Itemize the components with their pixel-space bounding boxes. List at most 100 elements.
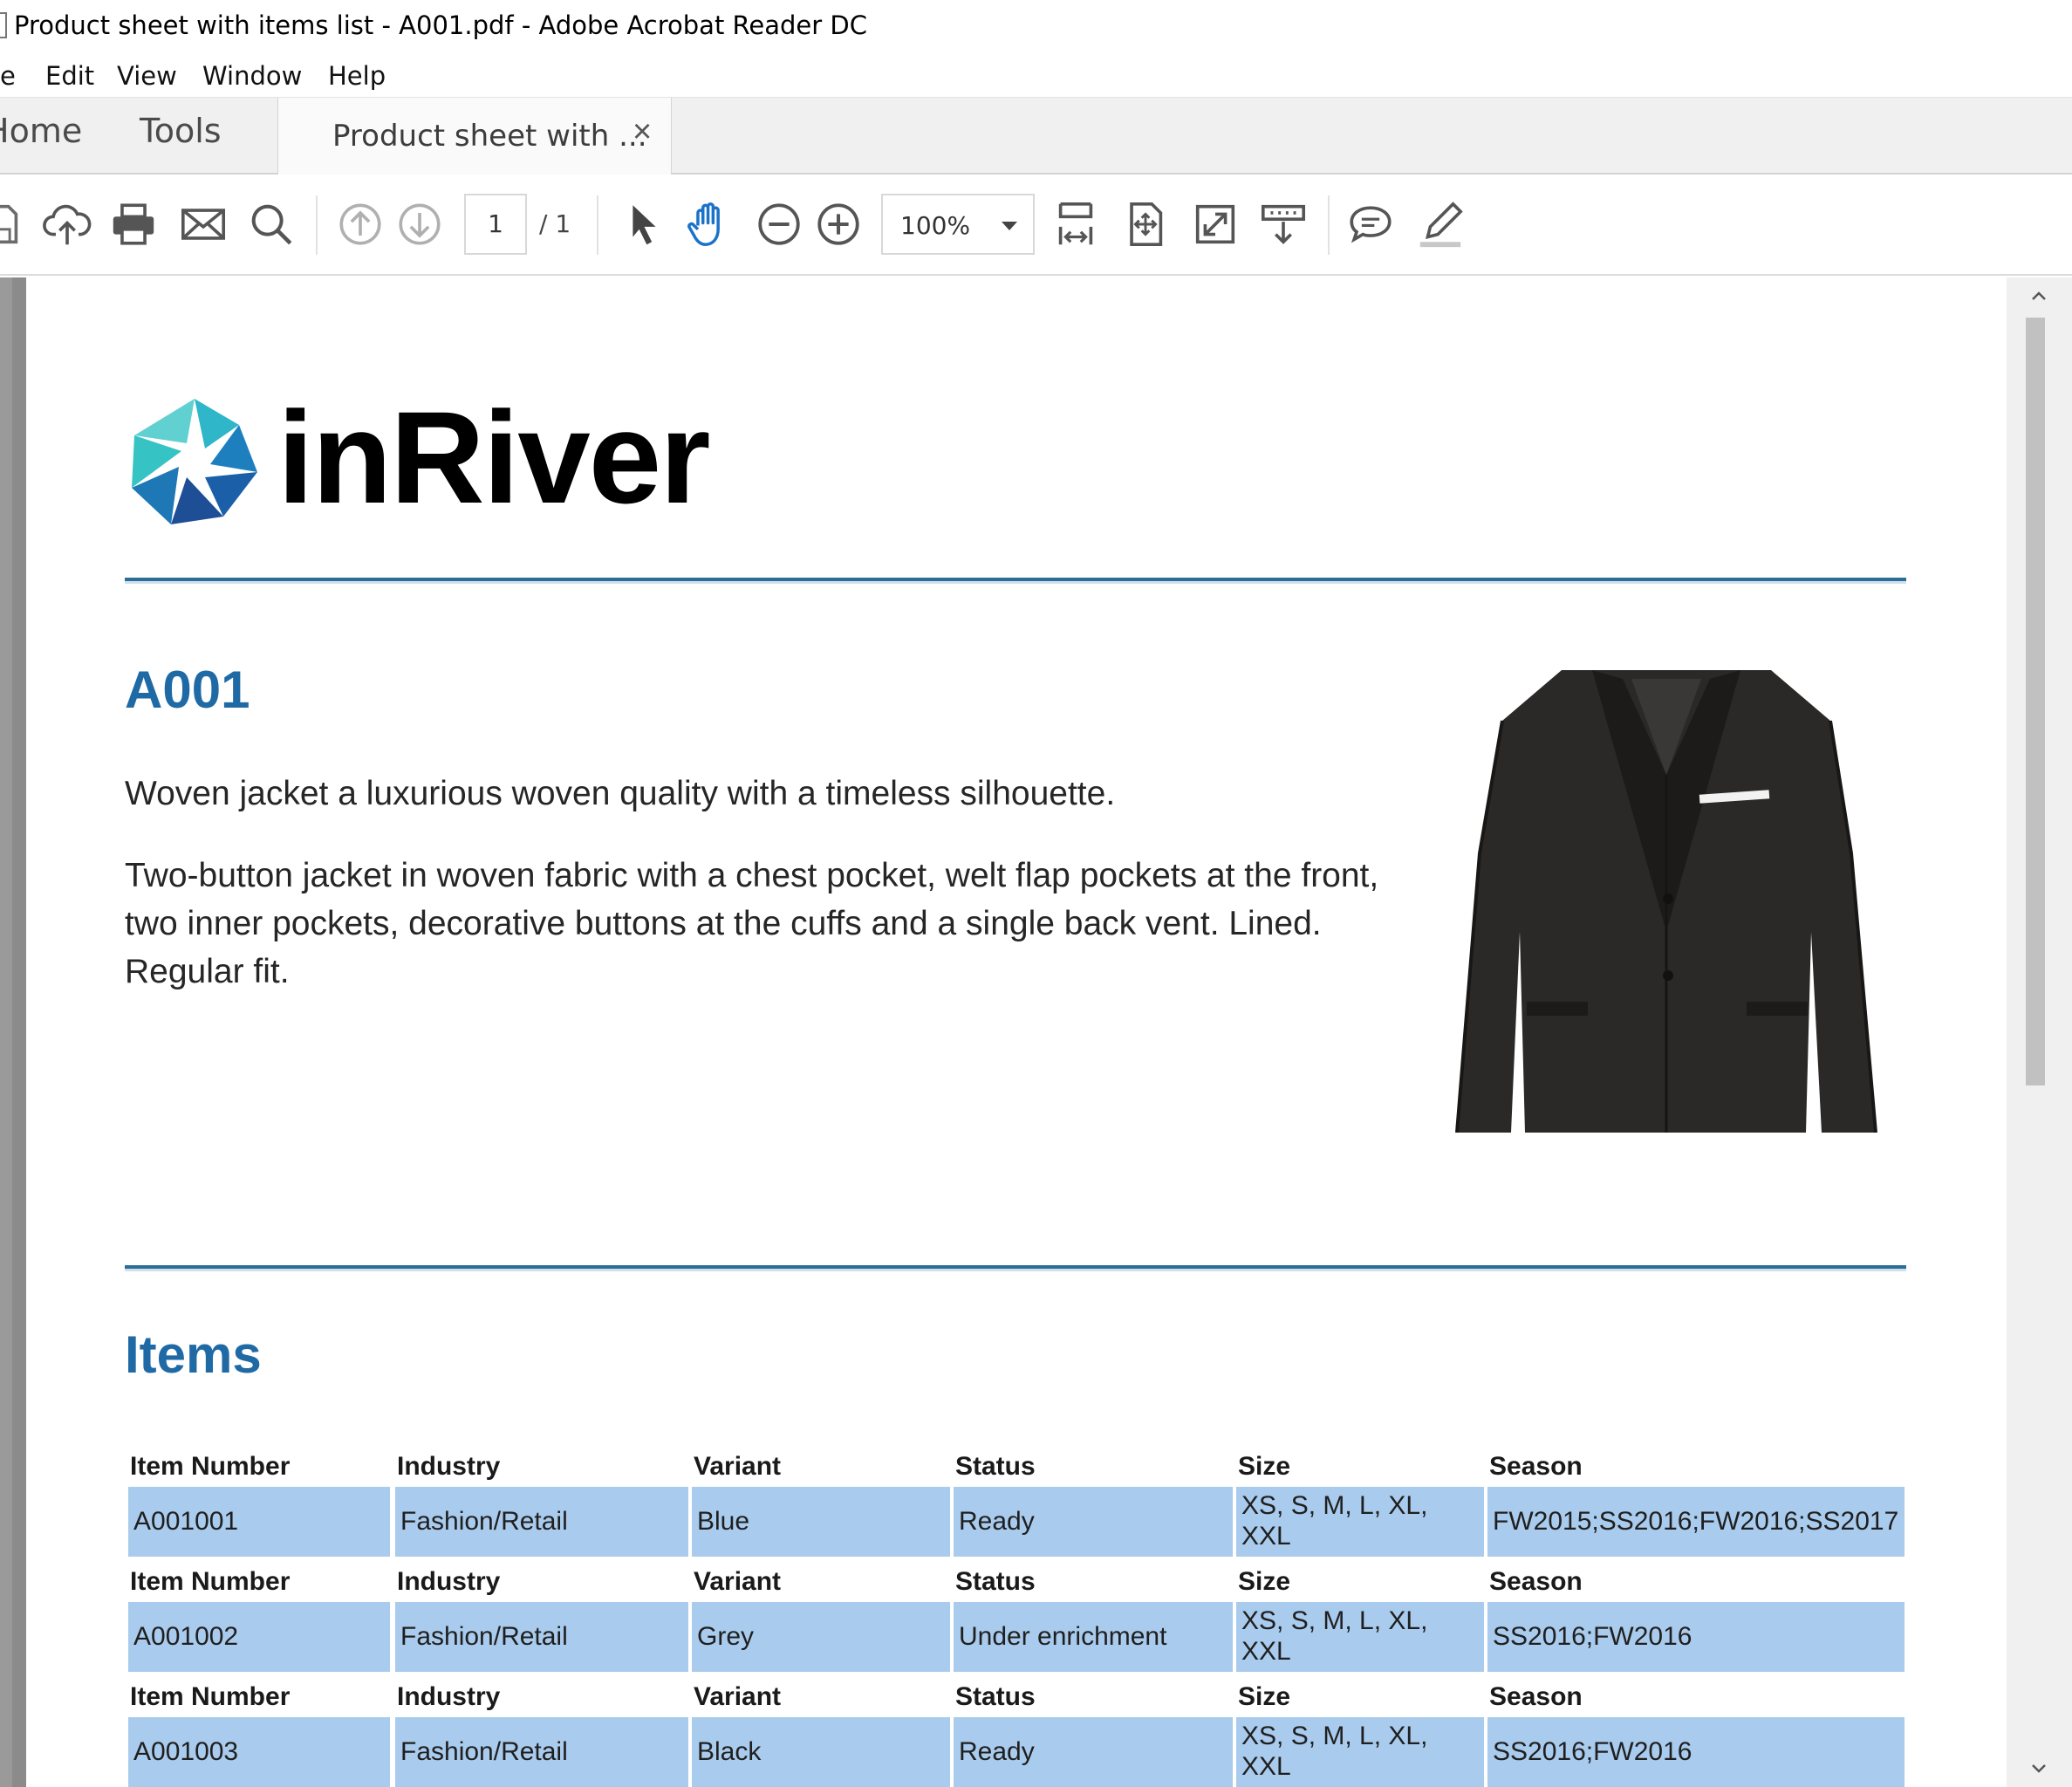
cell-industry: Fashion/Retail (395, 1717, 688, 1787)
pdf-file-icon (0, 12, 7, 38)
fit-width-icon[interactable] (1049, 197, 1103, 251)
toolbar-separator (316, 195, 318, 255)
jacket-product-image (1455, 670, 1877, 1133)
column-header-size: Size (1238, 1452, 1291, 1481)
column-header-industry: Industry (397, 1567, 501, 1596)
fit-page-icon[interactable] (1118, 197, 1173, 251)
toolbar-separator (597, 195, 598, 255)
comment-icon[interactable] (1344, 197, 1398, 251)
cell-size: XS, S, M, L, XL, XXL (1236, 1602, 1484, 1672)
inriver-logo (132, 399, 257, 524)
tab-bar: Home Tools Product sheet with ... × (0, 98, 2072, 176)
chevron-down-icon (1002, 222, 1017, 230)
tab-document[interactable]: Product sheet with ... × (277, 98, 672, 176)
cell-variant: Blue (692, 1487, 950, 1557)
divider-rule (125, 1265, 1906, 1271)
menu-bar: e Edit View Window Help (0, 54, 2072, 98)
cell-variant: Black (692, 1717, 950, 1787)
pdf-page: inRiver A001 Woven jacket a luxurious wo… (26, 277, 2007, 1787)
divider-rule (125, 578, 1906, 584)
cell-size: XS, S, M, L, XL, XXL (1236, 1487, 1484, 1557)
viewport-gutter (0, 277, 12, 1787)
zoom-level-select[interactable]: 100% (881, 194, 1035, 255)
next-page-icon[interactable] (393, 197, 447, 251)
column-header-industry: Industry (397, 1682, 501, 1711)
chevron-down-icon[interactable] (2026, 1756, 2052, 1782)
print-icon[interactable] (106, 197, 161, 251)
full-screen-icon[interactable] (1188, 197, 1242, 251)
product-description-long: Two-button jacket in woven fabric with a… (125, 857, 1379, 990)
cloud-upload-icon[interactable] (40, 197, 94, 251)
column-header-season: Season (1489, 1567, 1583, 1596)
email-icon[interactable] (176, 197, 230, 251)
cell-item-number: A001001 (128, 1487, 390, 1557)
scrollbar-thumb[interactable] (2026, 318, 2045, 1085)
table-header-row: Item Number Industry Variant Status Size… (125, 1562, 1904, 1602)
window-titlebar: Product sheet with items list - A001.pdf… (0, 0, 2072, 52)
column-header-size: Size (1238, 1567, 1291, 1596)
table-row: A001001 Fashion/Retail Blue Ready XS, S,… (125, 1487, 1904, 1562)
hand-tool-icon[interactable] (682, 197, 736, 251)
menu-file[interactable]: e (0, 61, 16, 91)
column-header-status: Status (955, 1682, 1036, 1711)
cell-status: Ready (954, 1487, 1233, 1557)
cell-season: SS2016;FW2016 (1487, 1602, 1904, 1672)
product-id-heading: A001 (125, 661, 250, 719)
document-viewport[interactable]: inRiver A001 Woven jacket a luxurious wo… (0, 277, 2072, 1787)
brand-wordmark: inRiver (277, 384, 711, 531)
table-row: A001003 Fashion/Retail Black Ready XS, S… (125, 1717, 1904, 1787)
window-title: Product sheet with items list - A001.pdf… (14, 10, 867, 40)
items-heading: Items (125, 1325, 262, 1384)
zoom-in-icon[interactable] (811, 197, 865, 251)
column-header-season: Season (1489, 1452, 1583, 1481)
column-header-item-number: Item Number (130, 1682, 291, 1711)
menu-edit[interactable]: Edit (45, 61, 94, 91)
menu-help[interactable]: Help (328, 61, 386, 91)
tab-tools[interactable]: Tools (140, 112, 222, 150)
page-count: / 1 (539, 209, 571, 238)
zoom-out-icon[interactable] (752, 197, 806, 251)
toolbar: 1 / 1 100% (0, 175, 2072, 276)
column-header-item-number: Item Number (130, 1452, 291, 1481)
tab-document-label: Product sheet with ... (332, 119, 647, 154)
toolbar-separator (1328, 195, 1330, 255)
chevron-up-icon[interactable] (2026, 283, 2052, 309)
table-header-row: Item Number Industry Variant Status Size… (125, 1677, 1904, 1717)
items-table: Item Number Industry Variant Status Size… (125, 1447, 1904, 1787)
cell-season: FW2015;SS2016;FW2016;SS2017 (1487, 1487, 1904, 1557)
save-icon[interactable] (0, 197, 28, 251)
column-header-status: Status (955, 1452, 1036, 1481)
column-header-variant: Variant (694, 1682, 782, 1711)
table-header-row: Item Number Industry Variant Status Size… (125, 1447, 1904, 1487)
cell-season: SS2016;FW2016 (1487, 1717, 1904, 1787)
search-icon[interactable] (244, 197, 298, 251)
cell-variant: Grey (692, 1602, 950, 1672)
cell-industry: Fashion/Retail (395, 1602, 688, 1672)
highlight-pen-icon[interactable] (1413, 197, 1467, 251)
product-description-short: Woven jacket a luxurious woven quality w… (125, 775, 1116, 812)
column-header-season: Season (1489, 1682, 1583, 1711)
cell-size: XS, S, M, L, XL, XXL (1236, 1717, 1484, 1787)
page-number-input[interactable]: 1 (464, 194, 527, 255)
cell-item-number: A001003 (128, 1717, 390, 1787)
column-header-size: Size (1238, 1682, 1291, 1711)
cell-industry: Fashion/Retail (395, 1487, 688, 1557)
column-header-status: Status (955, 1567, 1036, 1596)
zoom-level-value: 100% (900, 211, 971, 240)
cell-status: Ready (954, 1717, 1233, 1787)
menu-window[interactable]: Window (202, 61, 302, 91)
menu-view[interactable]: View (117, 61, 177, 91)
table-row: A001002 Fashion/Retail Grey Under enrich… (125, 1602, 1904, 1677)
select-arrow-icon[interactable] (616, 197, 670, 251)
close-icon[interactable]: × (633, 113, 652, 151)
column-header-variant: Variant (694, 1452, 782, 1481)
column-header-industry: Industry (397, 1452, 501, 1481)
cell-item-number: A001002 (128, 1602, 390, 1672)
column-header-variant: Variant (694, 1567, 782, 1596)
column-header-item-number: Item Number (130, 1567, 291, 1596)
scrolling-mode-icon[interactable] (1256, 197, 1310, 251)
cell-status: Under enrichment (954, 1602, 1233, 1672)
vertical-scrollbar[interactable] (2007, 277, 2072, 1787)
tab-home[interactable]: Home (0, 112, 82, 150)
previous-page-icon[interactable] (333, 197, 387, 251)
